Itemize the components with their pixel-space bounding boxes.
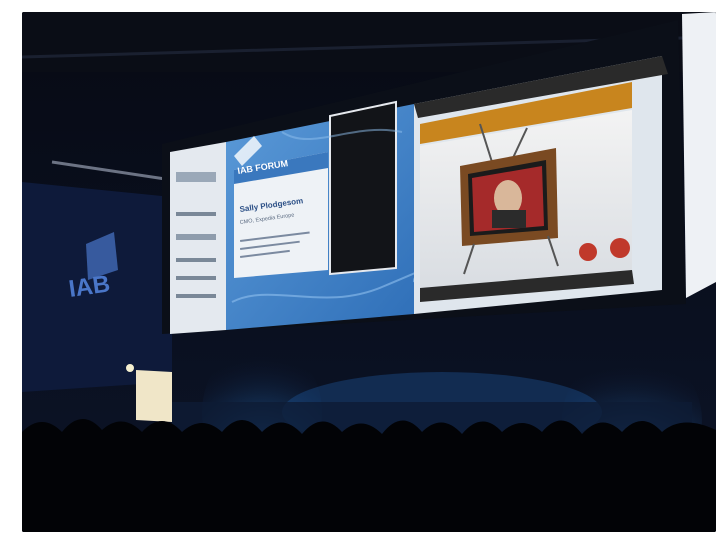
wall-logo-text: IAB xyxy=(67,270,112,302)
photo-frame: IAB IAB FORUM Sally Plodgesom CMO, Exped… xyxy=(0,0,722,537)
conference-photo: IAB IAB FORUM Sally Plodgesom CMO, Exped… xyxy=(22,12,716,532)
audience-silhouettes xyxy=(22,418,716,532)
dark-video-panel xyxy=(329,100,397,276)
lectern-sign xyxy=(136,370,172,422)
screen-far-right xyxy=(682,12,716,298)
stage-scene: IAB IAB FORUM Sally Plodgesom CMO, Exped… xyxy=(22,12,716,532)
speaker-card: IAB FORUM Sally Plodgesom CMO, Expedia E… xyxy=(234,152,328,278)
